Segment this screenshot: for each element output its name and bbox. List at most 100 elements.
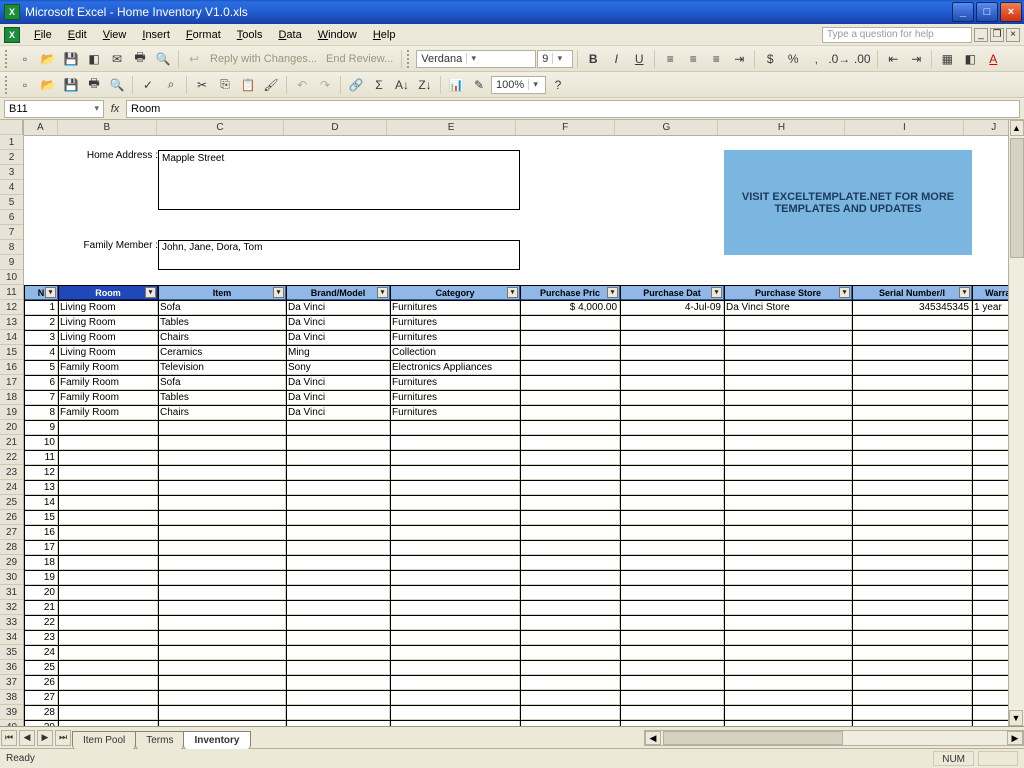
cell-brand[interactable]: [286, 510, 390, 525]
table-row[interactable]: 2Living RoomTablesDa VinciFurnitures: [24, 315, 1024, 330]
row-header-1[interactable]: 1: [0, 135, 23, 150]
cell-room[interactable]: [58, 615, 158, 630]
paste-button[interactable]: 📋: [237, 74, 259, 96]
cell-brand[interactable]: [286, 450, 390, 465]
cell-store[interactable]: [724, 690, 852, 705]
cell-cat[interactable]: Collection: [390, 345, 520, 360]
cell-cat[interactable]: [390, 570, 520, 585]
cell-store[interactable]: [724, 465, 852, 480]
print2-button[interactable]: 🖶: [83, 74, 105, 96]
table-row[interactable]: 9: [24, 420, 1024, 435]
cell-n[interactable]: 21: [24, 600, 58, 615]
font-size-combo[interactable]: 9▾: [537, 50, 573, 68]
cell-store[interactable]: [724, 585, 852, 600]
increase-indent-button[interactable]: ⇥: [905, 48, 927, 70]
zoom-combo[interactable]: 100%▾: [491, 76, 546, 94]
cell-n[interactable]: 18: [24, 555, 58, 570]
cell-store[interactable]: [724, 615, 852, 630]
cell-room[interactable]: Living Room: [58, 300, 158, 315]
cell-cat[interactable]: Electronics Appliances: [390, 360, 520, 375]
cell-store[interactable]: [724, 600, 852, 615]
cell-room[interactable]: [58, 495, 158, 510]
cell-price[interactable]: [520, 660, 620, 675]
decrease-decimal-button[interactable]: .00: [851, 48, 873, 70]
cell-room[interactable]: Living Room: [58, 315, 158, 330]
menu-file[interactable]: File: [26, 27, 60, 43]
currency-button[interactable]: $: [759, 48, 781, 70]
copy-button[interactable]: ⎘: [214, 74, 236, 96]
family-member-box[interactable]: John, Jane, Dora, Tom: [158, 240, 520, 270]
row-header-40[interactable]: 40: [0, 720, 23, 726]
cell-cat[interactable]: Furnitures: [390, 300, 520, 315]
cell-item[interactable]: [158, 675, 286, 690]
row-header-10[interactable]: 10: [0, 270, 23, 285]
cell-item[interactable]: [158, 555, 286, 570]
cell-room[interactable]: [58, 690, 158, 705]
cell-n[interactable]: 22: [24, 615, 58, 630]
open-button[interactable]: 📂: [37, 48, 59, 70]
toolbar-grip-3[interactable]: [5, 76, 9, 94]
cell-price[interactable]: [520, 510, 620, 525]
cell-date[interactable]: [620, 630, 724, 645]
tab-next-button[interactable]: ▶: [37, 730, 53, 746]
cell-n[interactable]: 13: [24, 480, 58, 495]
row-header-33[interactable]: 33: [0, 615, 23, 630]
cell-store[interactable]: [724, 645, 852, 660]
cell-price[interactable]: [520, 420, 620, 435]
borders-button[interactable]: ▦: [936, 48, 958, 70]
cell-brand[interactable]: [286, 420, 390, 435]
cell-n[interactable]: 28: [24, 705, 58, 720]
row-header-15[interactable]: 15: [0, 345, 23, 360]
hscroll-thumb[interactable]: [663, 731, 843, 745]
cell-price[interactable]: [520, 360, 620, 375]
sort-asc-button[interactable]: A↓: [391, 74, 413, 96]
cell-store[interactable]: [724, 630, 852, 645]
table-row[interactable]: 10: [24, 435, 1024, 450]
cell-item[interactable]: Television: [158, 360, 286, 375]
col-header-H[interactable]: H: [718, 120, 845, 135]
filter-button[interactable]: ▾: [507, 287, 518, 298]
cell-serial[interactable]: 345345345: [852, 300, 972, 315]
table-row[interactable]: 5Family RoomTelevisionSonyElectronics Ap…: [24, 360, 1024, 375]
col-header-E[interactable]: E: [387, 120, 516, 135]
table-row[interactable]: 3Living RoomChairsDa VinciFurnitures: [24, 330, 1024, 345]
cell-item[interactable]: Tables: [158, 390, 286, 405]
cell-item[interactable]: [158, 585, 286, 600]
cell-item[interactable]: Sofa: [158, 375, 286, 390]
cell-price[interactable]: [520, 630, 620, 645]
row-header-23[interactable]: 23: [0, 465, 23, 480]
fill-color-button[interactable]: ◧: [959, 48, 981, 70]
menu-help[interactable]: Help: [365, 27, 404, 43]
research-button[interactable]: ⌕: [160, 74, 182, 96]
cell-serial[interactable]: [852, 345, 972, 360]
cell-date[interactable]: [620, 450, 724, 465]
cell-brand[interactable]: [286, 615, 390, 630]
cell-n[interactable]: 3: [24, 330, 58, 345]
table-row[interactable]: 22: [24, 615, 1024, 630]
row-header-37[interactable]: 37: [0, 675, 23, 690]
cell-cat[interactable]: [390, 510, 520, 525]
cell-n[interactable]: 20: [24, 585, 58, 600]
cell-room[interactable]: [58, 465, 158, 480]
col-header-G[interactable]: G: [615, 120, 718, 135]
row-header-17[interactable]: 17: [0, 375, 23, 390]
new-workbook-button[interactable]: ▫: [14, 74, 36, 96]
minimize-button[interactable]: _: [952, 2, 974, 22]
cell-serial[interactable]: [852, 585, 972, 600]
cell-n[interactable]: 1: [24, 300, 58, 315]
cell-date[interactable]: 4-Jul-09: [620, 300, 724, 315]
cell-price[interactable]: [520, 645, 620, 660]
cell-serial[interactable]: [852, 705, 972, 720]
cell-n[interactable]: 23: [24, 630, 58, 645]
cell-room[interactable]: [58, 630, 158, 645]
cell-serial[interactable]: [852, 435, 972, 450]
cell-room[interactable]: Living Room: [58, 330, 158, 345]
table-row[interactable]: 24: [24, 645, 1024, 660]
cell-store[interactable]: [724, 435, 852, 450]
table-header-purchase-pric[interactable]: Purchase Pric▾: [520, 285, 620, 300]
row-header-35[interactable]: 35: [0, 645, 23, 660]
cell-date[interactable]: [620, 615, 724, 630]
cell-n[interactable]: 11: [24, 450, 58, 465]
cell-serial[interactable]: [852, 525, 972, 540]
cell-serial[interactable]: [852, 480, 972, 495]
